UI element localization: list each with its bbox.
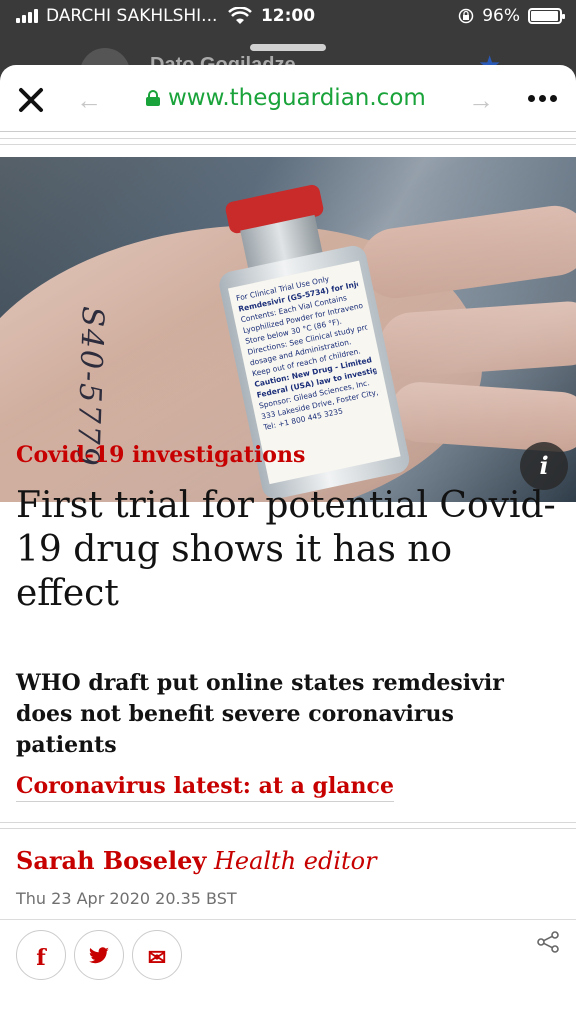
email-share-button[interactable]: ✉ <box>132 930 182 980</box>
forward-arrow-icon[interactable]: → <box>468 87 494 113</box>
twitter-share-button[interactable] <box>74 930 124 980</box>
divider <box>0 820 576 838</box>
facebook-share-button[interactable]: f <box>16 930 66 980</box>
author-role: Health editor <box>213 847 377 875</box>
status-bar: DARCHI SAKHLSHI... 12:00 96% <box>0 0 576 34</box>
close-icon[interactable] <box>16 85 46 115</box>
divider <box>0 131 576 157</box>
share-row: f ✉ <box>16 930 182 980</box>
battery-icon <box>528 8 565 24</box>
latest-link[interactable]: Coronavirus latest: at a glance <box>16 773 394 802</box>
back-arrow-icon[interactable]: ← <box>76 87 102 113</box>
author-link[interactable]: Sarah Boseley <box>16 846 206 875</box>
battery-percent: 96% <box>482 6 520 26</box>
divider <box>0 919 576 920</box>
twitter-icon <box>89 947 109 964</box>
rotation-lock-icon <box>458 8 474 24</box>
browser-toolbar: ← www.theguardian.com → <box>0 65 576 131</box>
publish-date: Thu 23 Apr 2020 20.35 BST <box>16 889 237 908</box>
section-kicker[interactable]: Covid-19 investigations <box>16 442 305 468</box>
address-bar[interactable]: www.theguardian.com <box>146 85 426 111</box>
headline: First trial for potential Covid-19 drug … <box>16 485 556 614</box>
share-icon[interactable] <box>536 930 560 954</box>
byline: Sarah Boseley Health editor <box>16 846 377 875</box>
lock-icon <box>146 90 160 106</box>
more-options-icon[interactable] <box>528 95 557 102</box>
sheet-grabber[interactable] <box>250 44 326 51</box>
standfirst: WHO draft put online states remdesivir d… <box>16 670 504 758</box>
image-info-button[interactable]: i <box>520 442 568 490</box>
status-right: 96% <box>458 6 565 26</box>
url-text: www.theguardian.com <box>168 85 426 111</box>
